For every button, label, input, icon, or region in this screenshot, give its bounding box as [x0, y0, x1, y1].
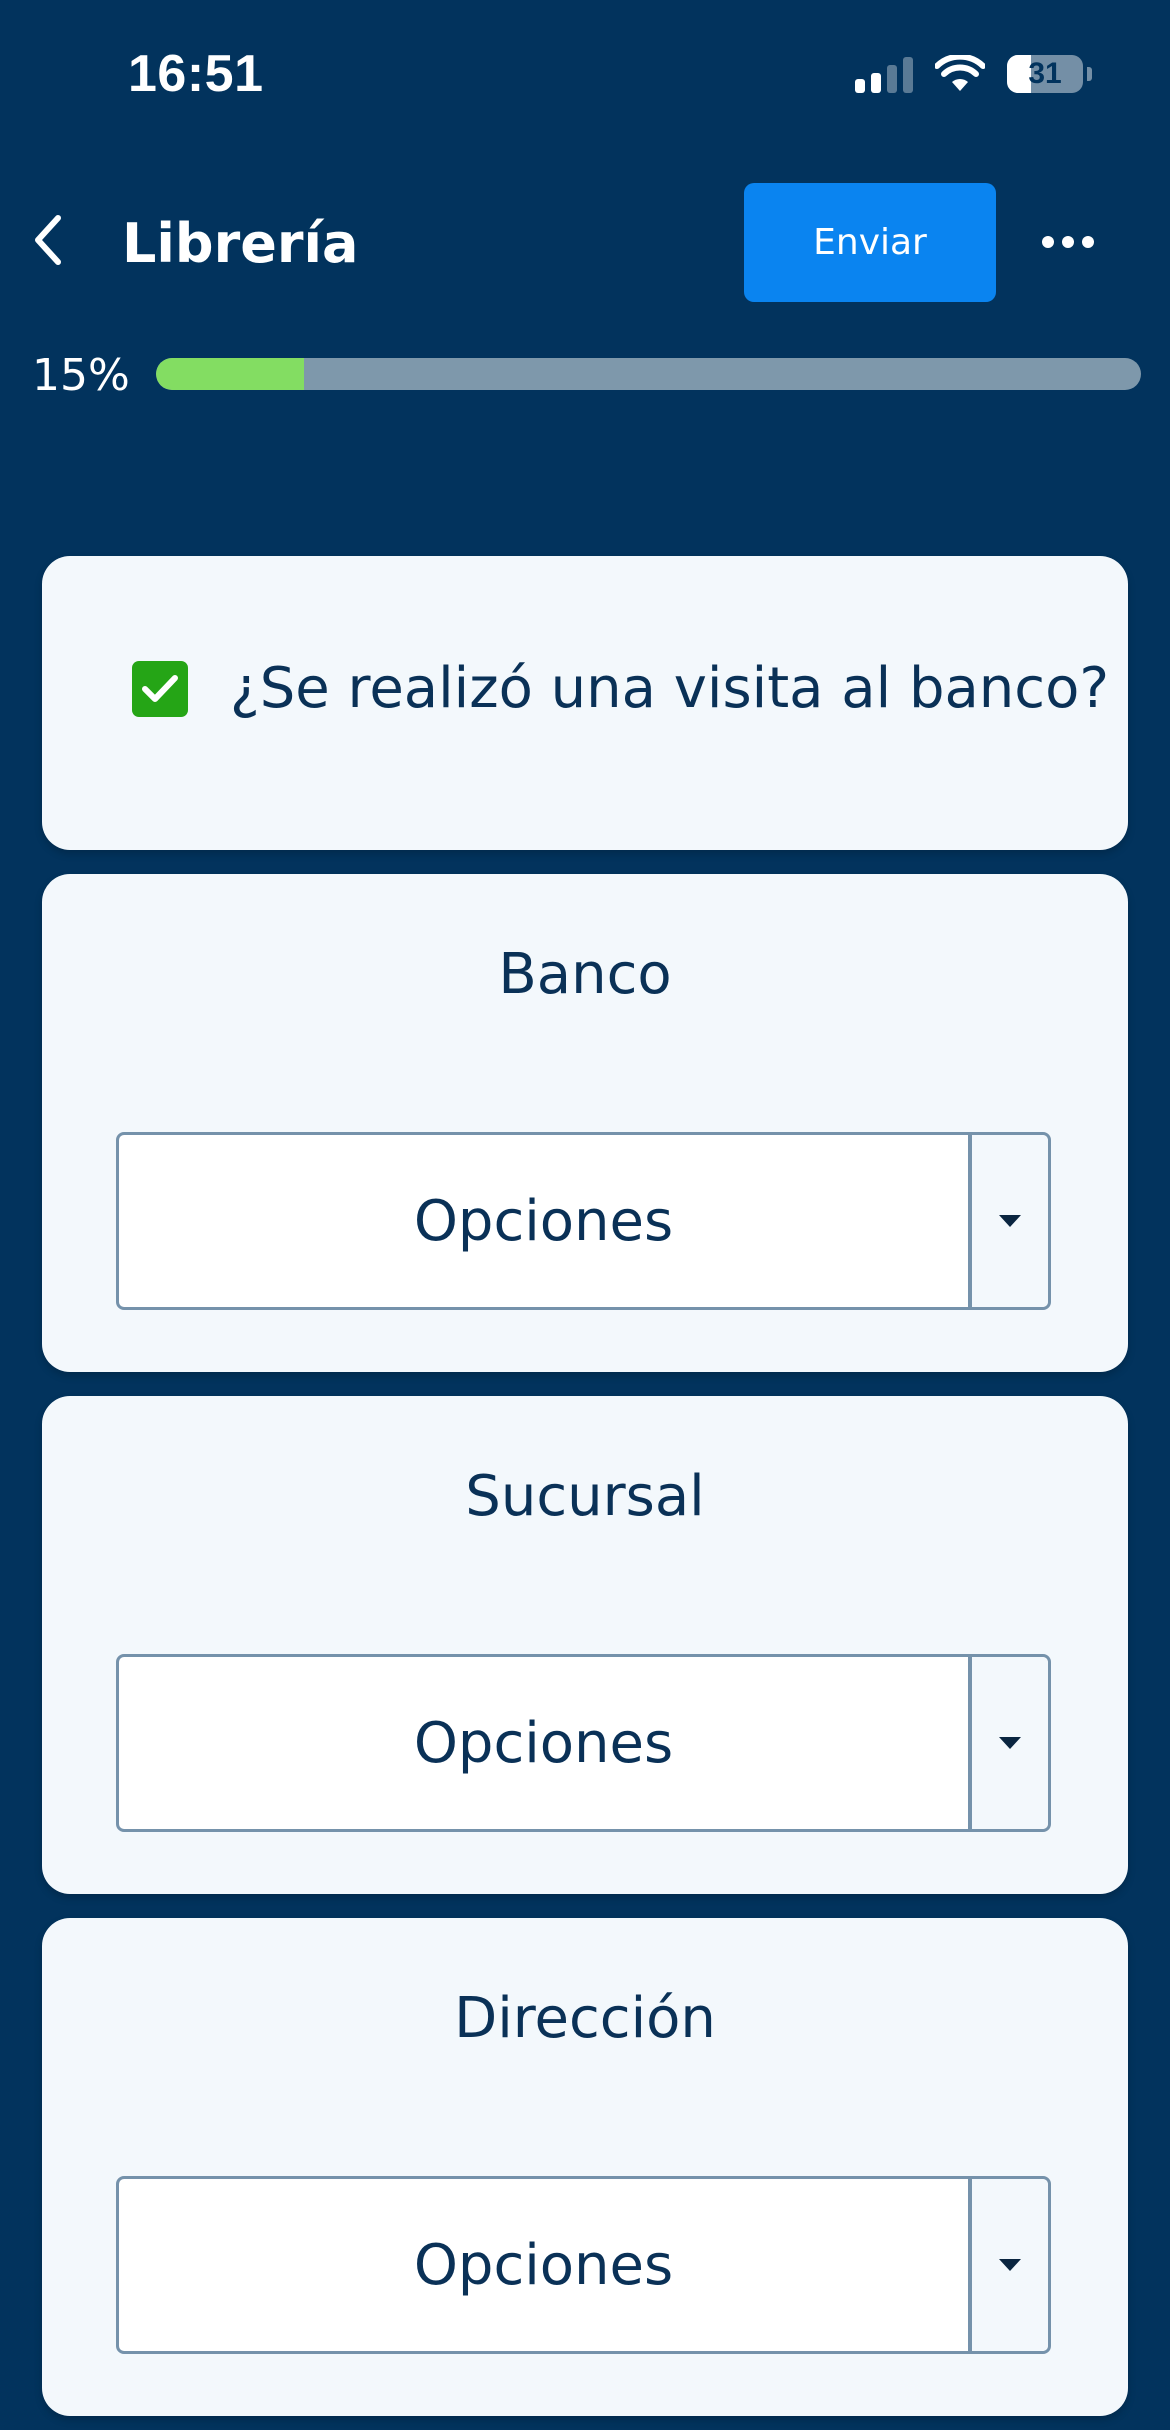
field-label-direccion: Dirección [454, 1986, 716, 2051]
field-card-sucursal: Sucursal Opciones [42, 1396, 1128, 1894]
send-button[interactable]: Enviar [744, 183, 996, 302]
more-options-button[interactable] [1038, 212, 1098, 272]
question-text: ¿Se realizó una visita al banco? [230, 656, 1110, 721]
dropdown-value: Opciones [119, 1657, 972, 1829]
dropdown-value: Opciones [119, 1135, 972, 1307]
battery-level: 31 [1028, 57, 1062, 90]
dropdown-sucursal[interactable]: Opciones [116, 1654, 1051, 1832]
progress-bar [156, 358, 1141, 390]
field-card-banco: Banco Opciones [42, 874, 1128, 1372]
status-time: 16:51 [128, 45, 264, 103]
dropdown-direccion[interactable]: Opciones [116, 2176, 1051, 2354]
progress-label: 15% [32, 350, 130, 401]
status-icons: 31 [855, 52, 1092, 96]
question-card: ¿Se realizó una visita al banco? [42, 556, 1128, 850]
ellipsis-icon [1042, 236, 1054, 248]
battery-icon: 31 [1007, 55, 1083, 93]
visit-checkbox[interactable] [132, 661, 188, 717]
caret-down-icon [999, 1737, 1021, 1749]
field-label-banco: Banco [498, 942, 672, 1007]
cellular-signal-icon [855, 55, 913, 93]
progress-fill [156, 358, 304, 390]
nav-header: Librería Enviar [0, 150, 1170, 330]
caret-down-icon [999, 2259, 1021, 2271]
caret-down-icon [999, 1215, 1021, 1227]
checkmark-icon [142, 675, 178, 702]
dropdown-toggle[interactable] [972, 2179, 1048, 2351]
dropdown-value: Opciones [119, 2179, 972, 2351]
field-card-direccion: Dirección Opciones [42, 1918, 1128, 2416]
dropdown-toggle[interactable] [972, 1657, 1048, 1829]
field-label-sucursal: Sucursal [465, 1464, 705, 1529]
status-bar: 16:51 31 [0, 0, 1170, 150]
chevron-left-icon [35, 215, 61, 265]
page-title: Librería [122, 212, 359, 275]
wifi-icon [935, 55, 985, 91]
progress-row: 15% [0, 344, 1170, 404]
dropdown-banco[interactable]: Opciones [116, 1132, 1051, 1310]
back-button[interactable] [18, 210, 78, 270]
dropdown-toggle[interactable] [972, 1135, 1048, 1307]
